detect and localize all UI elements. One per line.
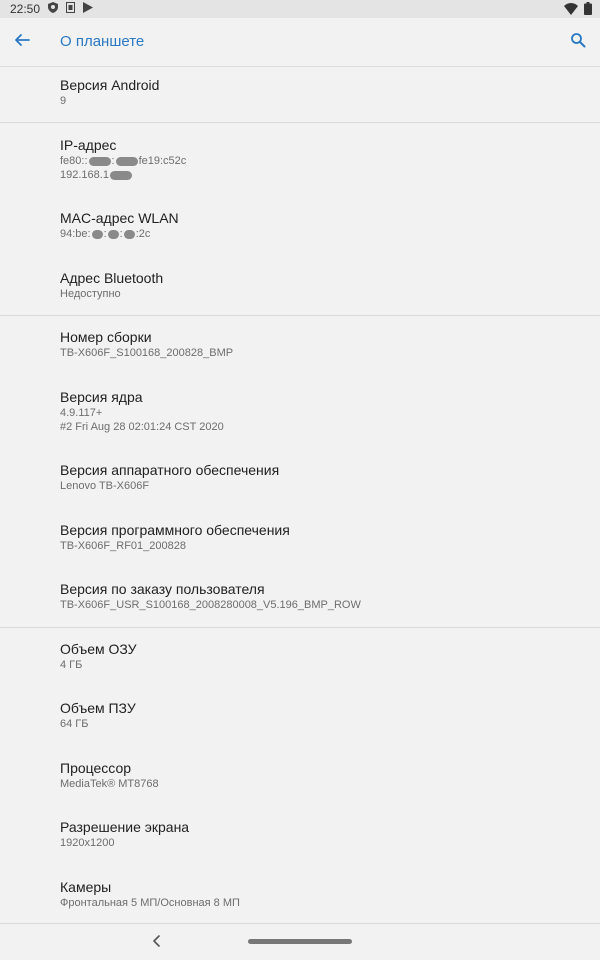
item-title: Разрешение экрана bbox=[60, 819, 190, 835]
item-title: Версия по заказу пользователя bbox=[60, 581, 265, 597]
item-subtitle-line1: fe80::: fe19:c52c bbox=[60, 155, 187, 167]
list-item-custom-build-version[interactable]: Версия по заказу пользователя TB-X606F_U… bbox=[60, 580, 580, 612]
list-item-build-number[interactable]: Номер сборки TB-X606F_S100168_200828_BMP bbox=[60, 328, 580, 360]
arrow-back-icon bbox=[14, 32, 30, 53]
item-subtitle: MediaTek® MT8768 bbox=[60, 778, 159, 790]
play-store-icon bbox=[83, 2, 94, 16]
list-item-android-version[interactable]: Версия Android 9 bbox=[60, 76, 580, 108]
redaction bbox=[88, 156, 111, 166]
item-subtitle-line2: 192.168.1 bbox=[60, 168, 580, 182]
back-button[interactable] bbox=[10, 30, 34, 54]
item-subtitle: 9 bbox=[60, 95, 67, 107]
item-title: Номер сборки bbox=[60, 329, 152, 345]
list-item-ip-address[interactable]: IP-адрес fe80::: fe19:c52c 192.168.1 bbox=[60, 136, 580, 182]
search-icon bbox=[570, 32, 586, 53]
item-subtitle: Lenovo TB-X606F bbox=[60, 480, 150, 492]
shield-icon bbox=[48, 2, 59, 16]
item-title: Объем ПЗУ bbox=[60, 700, 136, 716]
item-title: Процессор bbox=[60, 760, 132, 776]
sim-icon bbox=[66, 2, 76, 16]
home-pill-icon[interactable] bbox=[248, 939, 352, 944]
status-icons-right bbox=[564, 2, 592, 18]
item-subtitle-line1: 4.9.117+ bbox=[60, 407, 103, 419]
redaction bbox=[109, 170, 132, 180]
status-bar: 22:50 bbox=[0, 0, 600, 18]
list-item-hardware-version[interactable]: Версия аппаратного обеспечения Lenovo TB… bbox=[60, 461, 580, 493]
item-title: Версия Android bbox=[60, 77, 160, 93]
list-item-bluetooth-address[interactable]: Адрес Bluetooth Недоступно bbox=[60, 269, 580, 301]
mac-part: 94:be: bbox=[60, 228, 91, 240]
item-title: Версия аппаратного обеспечения bbox=[60, 462, 280, 478]
ip-part: fe19:c52c bbox=[138, 155, 187, 167]
item-subtitle: 1920x1200 bbox=[60, 837, 115, 849]
item-subtitle: TB-X606F_RF01_200828 bbox=[60, 540, 186, 552]
item-title: Камеры bbox=[60, 879, 112, 895]
item-title: Версия ядра bbox=[60, 389, 143, 405]
item-subtitle: Фронтальная 5 МП/Основная 8 МП bbox=[60, 897, 240, 909]
status-time: 22:50 bbox=[10, 2, 41, 16]
list-item-rom[interactable]: Объем ПЗУ 64 ГБ bbox=[60, 699, 580, 731]
item-title: MAC-адрес WLAN bbox=[60, 210, 179, 226]
navigation-bar bbox=[0, 924, 600, 960]
redaction bbox=[123, 229, 135, 239]
item-title: Адрес Bluetooth bbox=[60, 270, 164, 286]
ip-part: 192.168.1 bbox=[60, 169, 109, 181]
redaction bbox=[115, 156, 138, 166]
item-subtitle: 64 ГБ bbox=[60, 718, 89, 730]
wifi-icon bbox=[564, 2, 578, 18]
list-item-screen-resolution[interactable]: Разрешение экрана 1920x1200 bbox=[60, 818, 580, 850]
mac-part: :2c bbox=[135, 228, 151, 240]
item-subtitle: TB-X606F_S100168_200828_BMP bbox=[60, 347, 234, 359]
list-item-mac-address[interactable]: MAC-адрес WLAN 94:be::::2c bbox=[60, 209, 580, 241]
divider bbox=[0, 122, 600, 123]
list-item-cameras[interactable]: Камеры Фронтальная 5 МП/Основная 8 МП bbox=[60, 878, 580, 910]
screen: 22:50 О планшете Версия Android 9 IP-адр… bbox=[0, 0, 600, 960]
item-subtitle: Недоступно bbox=[60, 288, 121, 300]
divider bbox=[0, 315, 600, 316]
battery-icon bbox=[584, 2, 592, 18]
redaction bbox=[107, 229, 119, 239]
item-subtitle: 94:be::::2c bbox=[60, 228, 151, 240]
list-item-ram[interactable]: Объем ОЗУ 4 ГБ bbox=[60, 640, 580, 672]
app-bar: О планшете bbox=[0, 18, 600, 67]
redaction bbox=[91, 229, 103, 239]
list-item-kernel-version[interactable]: Версия ядра 4.9.117+ #2 Fri Aug 28 02:01… bbox=[60, 388, 580, 434]
search-button[interactable] bbox=[566, 30, 590, 54]
item-title: Версия программного обеспечения bbox=[60, 522, 290, 538]
item-title: IP-адрес bbox=[60, 137, 117, 153]
status-icons-left bbox=[48, 2, 94, 16]
list-item-processor[interactable]: Процессор MediaTek® MT8768 bbox=[60, 759, 580, 791]
list-item-software-version[interactable]: Версия программного обеспечения TB-X606F… bbox=[60, 521, 580, 553]
ip-part: fe80:: bbox=[60, 155, 88, 167]
page-title: О планшете bbox=[60, 33, 145, 50]
item-subtitle: 4 ГБ bbox=[60, 659, 83, 671]
item-subtitle-line2: #2 Fri Aug 28 02:01:24 CST 2020 bbox=[60, 421, 224, 433]
nav-back-button[interactable] bbox=[150, 934, 164, 948]
divider bbox=[0, 627, 600, 628]
item-title: Объем ОЗУ bbox=[60, 641, 137, 657]
item-subtitle: TB-X606F_USR_S100168_2008280008_V5.196_B… bbox=[60, 599, 361, 611]
nav-back-icon bbox=[150, 935, 164, 952]
